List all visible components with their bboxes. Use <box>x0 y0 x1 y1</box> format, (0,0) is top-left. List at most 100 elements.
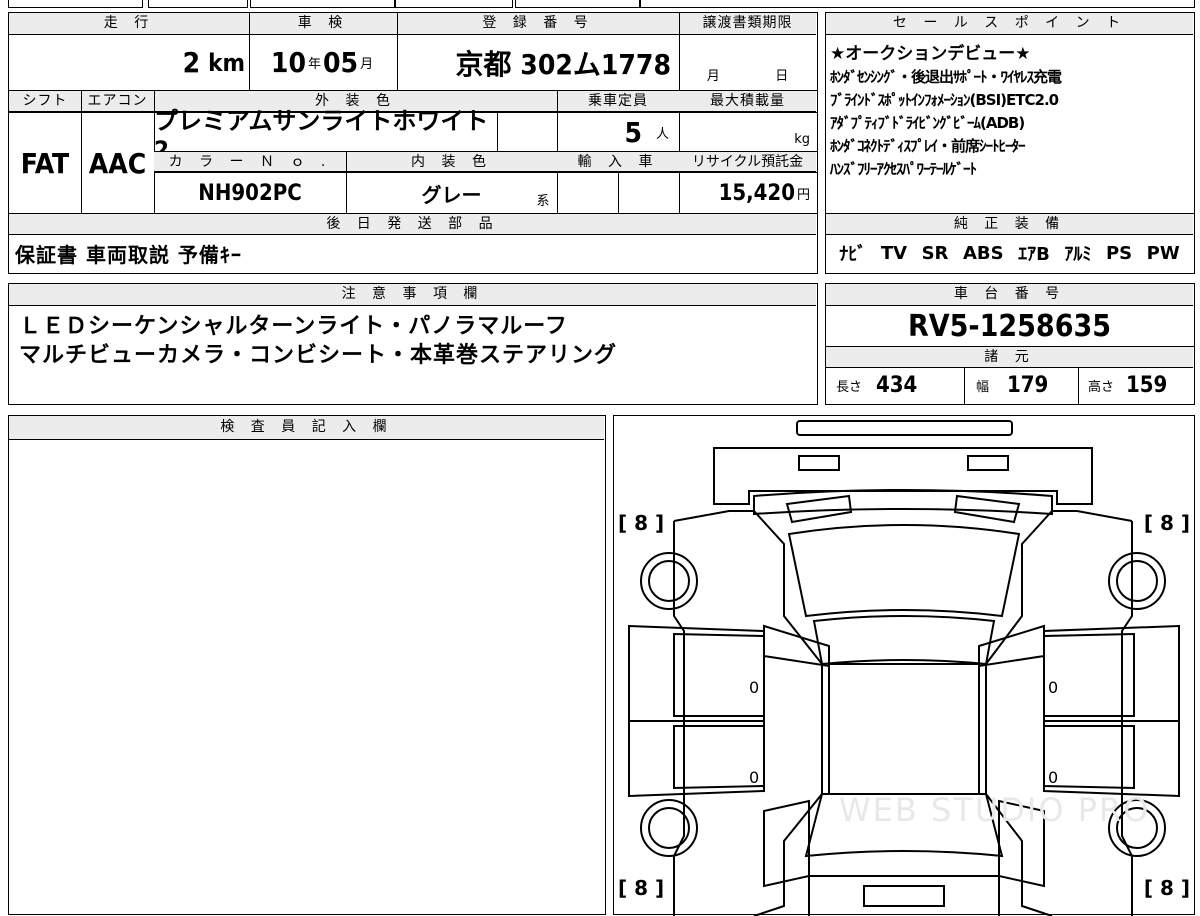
front-bumper <box>796 420 1013 436</box>
import-header: 輸 入 車 <box>557 152 679 172</box>
door-front-left <box>628 624 765 722</box>
roof-panel <box>828 663 980 795</box>
spec-width-value: 179 <box>1007 373 1049 398</box>
shaken-header: 車 検 <box>249 13 397 35</box>
door-mark: 0 <box>749 678 760 697</box>
sales-point-line: ｱﾀﾞﾌﾟﾃｨﾌﾞﾄﾞﾗｲﾋﾞﾝｸﾞﾋﾞｰﾑ(ADB) <box>830 114 1025 132</box>
transfer-month-unit: 月 <box>706 69 720 84</box>
rear-plate <box>863 885 945 907</box>
top-strip <box>8 0 143 8</box>
top-strip <box>395 0 513 8</box>
equipment-item: PS <box>1105 242 1133 264</box>
car-diagram <box>628 420 1180 916</box>
notes-line: ＬＥＤシーケンシャルターンライト・パノラマルーフ <box>19 314 568 339</box>
inspector-header: 検 査 員 記 入 欄 <box>9 416 604 440</box>
top-strip <box>515 0 640 8</box>
interior-color-suffix: 系 <box>536 193 550 209</box>
registration-value: 京都 302ム1778 <box>455 47 671 81</box>
sales-points-panel: セ ー ル ス ポ イ ン ト ★オークションデビュー★ ﾎﾝﾀﾞｾﾝｼﾝｸﾞ・… <box>825 12 1195 274</box>
sales-point-line: ﾌﾞﾗｲﾝﾄﾞｽﾎﾟｯﾄｲﾝﾌｫﾒｰｼｮﾝ(BSI)ETC2.0 <box>830 91 1059 109</box>
shift-value: FAT <box>20 146 70 180</box>
later-parts-header: 後 日 発 送 部 品 <box>9 214 816 235</box>
door-mark: 0 <box>749 768 760 787</box>
shaken-year-unit: 年 <box>307 57 321 72</box>
genuine-equipment-list: ﾅﾋﾞ TV SR ABS ｴｱB ｱﾙﾐ PS PW <box>826 235 1193 271</box>
mileage-value: 2 <box>182 46 201 79</box>
door-mark: 0 <box>1048 768 1059 787</box>
spec-height-value: 159 <box>1126 373 1168 398</box>
top-strip <box>640 0 1195 8</box>
notes-panel: 注 意 事 項 欄 ＬＥＤシーケンシャルターンライト・パノラマルーフ マルチビュ… <box>8 283 818 405</box>
spec-width-label: 幅 <box>976 380 990 395</box>
chassis-value: RV5-1258635 <box>907 308 1112 344</box>
front-grille-left <box>798 455 840 471</box>
chassis-specs-panel: 車 台 番 号 RV5-1258635 諸 元 長さ 434 幅 179 高さ … <box>825 283 1195 405</box>
windshield <box>787 524 1021 618</box>
recycle-unit: 円 <box>796 187 810 203</box>
equipment-item: ﾅﾋﾞ <box>839 244 867 265</box>
max-load-unit: kg <box>794 131 810 147</box>
equipment-item: ABS <box>962 242 1004 264</box>
notes-line: マルチビューカメラ・コンビシート・本革巻ステアリング <box>19 343 618 368</box>
door-rear-left <box>628 720 765 798</box>
interior-color-value: グレー <box>421 182 482 207</box>
shaken-month-unit: 月 <box>360 57 374 72</box>
body-sides <box>673 521 1133 916</box>
sales-points-header: セ ー ル ス ポ イ ン ト <box>826 13 1193 35</box>
aircon-header: エアコン <box>81 91 154 112</box>
shaken-month: 05 <box>323 46 359 79</box>
car-diagram-panel: [ 8 ] [ 8 ] [ 8 ] [ 8 ] 0 0 0 0 WEB STUD… <box>613 415 1195 916</box>
sales-point-line: ﾎﾝﾀﾞｾﾝｼﾝｸﾞ・後退出ｻﾎﾟｰﾄ・ﾜｲﾔﾚｽ充電 <box>830 68 1062 86</box>
equipment-item: SR <box>921 242 949 264</box>
equipment-item: PW <box>1146 242 1180 264</box>
registration-header: 登 録 番 号 <box>397 13 679 35</box>
tire-depth-rear-right: [ 8 ] <box>1143 876 1190 900</box>
notes-header: 注 意 事 項 欄 <box>9 284 816 306</box>
tire-depth-rear-left: [ 8 ] <box>618 876 665 900</box>
spec-length-value: 434 <box>876 373 918 398</box>
top-strip <box>148 0 248 8</box>
spec-length-label: 長さ <box>836 380 863 395</box>
color-no-header: カ ラ ー Ｎ ｏ . <box>154 152 346 172</box>
interior-color-header: 内 装 色 <box>346 152 557 172</box>
equipment-item: ｴｱB <box>1018 244 1050 265</box>
genuine-equipment-header: 純 正 装 備 <box>826 214 1193 235</box>
later-parts-value: 保証書 車両取説 予備ｷｰ <box>15 242 242 267</box>
max-load-header: 最大積載量 <box>679 91 816 112</box>
aircon-value: AAC <box>88 146 147 180</box>
capacity-header: 乗車定員 <box>557 91 679 112</box>
tire-depth-front-right: [ 8 ] <box>1143 511 1190 535</box>
door-rear-right <box>1043 720 1180 798</box>
transfer-deadline-header: 譲渡書類期限 <box>679 13 816 35</box>
color-no-value: NH902PC <box>198 180 302 206</box>
vehicle-info-table: 走 行 車 検 登 録 番 号 譲渡書類期限 2 km 10 年 05 月 京都… <box>8 12 818 274</box>
mileage-unit: km <box>208 48 245 77</box>
mileage-header: 走 行 <box>9 13 249 35</box>
top-strip <box>250 0 395 8</box>
tire-depth-front-left: [ 8 ] <box>618 511 665 535</box>
front-grille-right <box>967 455 1009 471</box>
chassis-header: 車 台 番 号 <box>826 284 1193 306</box>
sales-point-line: ﾊﾝｽﾞﾌﾘｰｱｸｾｽﾊﾟﾜｰﾃｰﾙｹﾞｰﾄ <box>830 160 977 178</box>
inspector-panel: 検 査 員 記 入 欄 <box>8 415 606 915</box>
transfer-day-unit: 日 <box>775 69 789 84</box>
specs-header: 諸 元 <box>826 347 1193 368</box>
equipment-item: TV <box>880 242 908 264</box>
body-outline <box>673 510 1133 916</box>
sales-points-list: ★オークションデビュー★ ﾎﾝﾀﾞｾﾝｼﾝｸﾞ・後退出ｻﾎﾟｰﾄ・ﾜｲﾔﾚｽ充電… <box>830 43 1192 181</box>
shift-header: シフト <box>9 91 81 112</box>
door-front-right <box>1043 624 1180 722</box>
spec-height-label: 高さ <box>1088 380 1115 395</box>
recycle-header: リサイクル預託金 <box>679 152 816 172</box>
notes-body: ＬＥＤシーケンシャルターンライト・パノラマルーフ マルチビューカメラ・コンビシー… <box>19 312 617 370</box>
roof-front <box>812 615 996 666</box>
capacity-value: 5 <box>624 115 642 149</box>
equipment-item: ｱﾙﾐ <box>1064 244 1092 265</box>
door-mark: 0 <box>1048 678 1059 697</box>
recycle-value: 15,420 <box>718 180 795 206</box>
sales-point-line: ★オークションデビュー★ <box>830 44 1031 64</box>
sales-point-line: ﾎﾝﾀﾞｺﾈｸﾄﾃﾞｨｽﾌﾟﾚｲ・前席ｼｰﾄﾋｰﾀｰ <box>830 137 1026 155</box>
shaken-year: 10 <box>270 46 306 79</box>
rear-bumper <box>808 875 1000 916</box>
capacity-unit: 人 <box>655 126 669 142</box>
